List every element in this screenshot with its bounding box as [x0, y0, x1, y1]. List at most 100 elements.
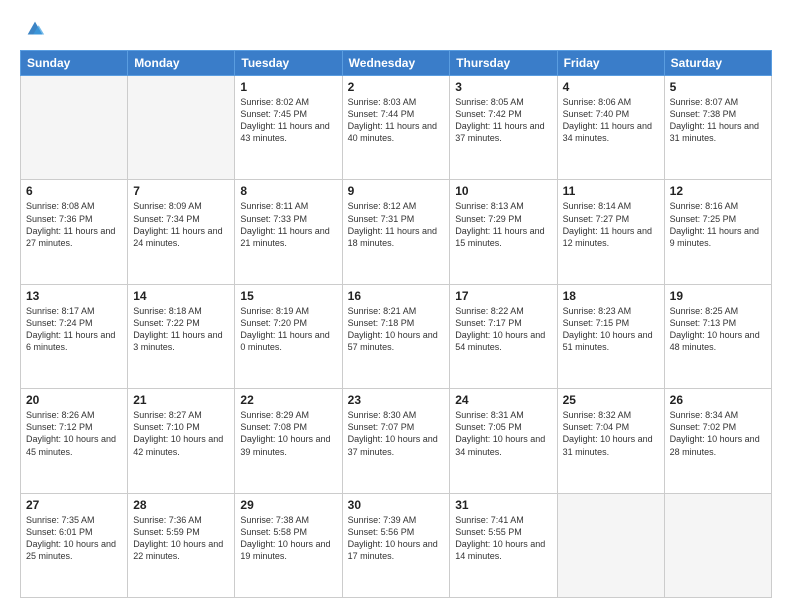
- day-number: 2: [348, 80, 445, 94]
- day-cell: 1 Sunrise: 8:02 AMSunset: 7:45 PMDaylight…: [235, 76, 342, 180]
- day-info: Sunrise: 8:02 AMSunset: 7:45 PMDaylight:…: [240, 96, 336, 145]
- day-number: 5: [670, 80, 766, 94]
- day-cell: 9 Sunrise: 8:12 AMSunset: 7:31 PMDaylight…: [342, 180, 450, 284]
- day-number: 28: [133, 498, 229, 512]
- day-cell: 17 Sunrise: 8:22 AMSunset: 7:17 PMDayligh…: [450, 284, 557, 388]
- day-number: 18: [563, 289, 659, 303]
- day-info: Sunrise: 8:08 AMSunset: 7:36 PMDaylight:…: [26, 200, 122, 249]
- calendar: SundayMondayTuesdayWednesdayThursdayFrid…: [20, 50, 772, 598]
- day-info: Sunrise: 8:11 AMSunset: 7:33 PMDaylight:…: [240, 200, 336, 249]
- day-cell: 3Sunrise: 8:05 AMSunset: 7:42 PMDaylight…: [450, 76, 557, 180]
- day-cell: 15 Sunrise: 8:19 AMSunset: 7:20 PMDayligh…: [235, 284, 342, 388]
- day-info: Sunrise: 7:35 AMSunset: 6:01 PMDaylight:…: [26, 514, 122, 563]
- day-number: 1: [240, 80, 336, 94]
- day-cell: [21, 76, 128, 180]
- day-number: 27: [26, 498, 122, 512]
- day-cell: 18Sunrise: 8:23 AMSunset: 7:15 PMDayligh…: [557, 284, 664, 388]
- day-number: 12: [670, 184, 766, 198]
- day-info: Sunrise: 8:12 AMSunset: 7:31 PMDaylight:…: [348, 200, 445, 249]
- day-cell: 21Sunrise: 8:27 AMSunset: 7:10 PMDayligh…: [128, 389, 235, 493]
- day-info: Sunrise: 8:34 AMSunset: 7:02 PMDaylight:…: [670, 409, 766, 458]
- day-number: 23: [348, 393, 445, 407]
- weekday-header-tuesday: Tuesday: [235, 51, 342, 76]
- day-number: 22: [240, 393, 336, 407]
- logo-icon: [24, 18, 46, 40]
- day-cell: [128, 76, 235, 180]
- day-number: 13: [26, 289, 122, 303]
- day-info: Sunrise: 8:14 AMSunset: 7:27 PMDaylight:…: [563, 200, 659, 249]
- day-info: Sunrise: 8:30 AMSunset: 7:07 PMDaylight:…: [348, 409, 445, 458]
- day-cell: 10 Sunrise: 8:13 AMSunset: 7:29 PMDayligh…: [450, 180, 557, 284]
- day-cell: 11 Sunrise: 8:14 AMSunset: 7:27 PMDayligh…: [557, 180, 664, 284]
- day-cell: 23 Sunrise: 8:30 AMSunset: 7:07 PMDayligh…: [342, 389, 450, 493]
- day-number: 20: [26, 393, 122, 407]
- day-number: 15: [240, 289, 336, 303]
- day-number: 17: [455, 289, 551, 303]
- day-number: 19: [670, 289, 766, 303]
- day-cell: 24 Sunrise: 8:31 AMSunset: 7:05 PMDayligh…: [450, 389, 557, 493]
- day-cell: [664, 493, 771, 597]
- day-info: Sunrise: 8:27 AMSunset: 7:10 PMDaylight:…: [133, 409, 229, 458]
- day-number: 10: [455, 184, 551, 198]
- day-info: Sunrise: 8:29 AMSunset: 7:08 PMDaylight:…: [240, 409, 336, 458]
- day-cell: 19 Sunrise: 8:25 AMSunset: 7:13 PMDayligh…: [664, 284, 771, 388]
- day-cell: 12Sunrise: 8:16 AMSunset: 7:25 PMDayligh…: [664, 180, 771, 284]
- week-row-4: 20 Sunrise: 8:26 AMSunset: 7:12 PMDayligh…: [21, 389, 772, 493]
- day-info: Sunrise: 8:18 AMSunset: 7:22 PMDaylight:…: [133, 305, 229, 354]
- day-number: 24: [455, 393, 551, 407]
- day-info: Sunrise: 8:07 AMSunset: 7:38 PMDaylight:…: [670, 96, 766, 145]
- day-number: 14: [133, 289, 229, 303]
- day-info: Sunrise: 8:31 AMSunset: 7:05 PMDaylight:…: [455, 409, 551, 458]
- day-cell: 5 Sunrise: 8:07 AMSunset: 7:38 PMDaylight…: [664, 76, 771, 180]
- page: SundayMondayTuesdayWednesdayThursdayFrid…: [0, 0, 792, 612]
- day-info: Sunrise: 8:26 AMSunset: 7:12 PMDaylight:…: [26, 409, 122, 458]
- day-info: Sunrise: 8:25 AMSunset: 7:13 PMDaylight:…: [670, 305, 766, 354]
- day-cell: 31 Sunrise: 7:41 AMSunset: 5:55 PMDayligh…: [450, 493, 557, 597]
- day-info: Sunrise: 7:41 AMSunset: 5:55 PMDaylight:…: [455, 514, 551, 563]
- day-info: Sunrise: 8:05 AMSunset: 7:42 PMDaylight:…: [455, 96, 551, 145]
- day-info: Sunrise: 7:39 AMSunset: 5:56 PMDaylight:…: [348, 514, 445, 563]
- day-cell: 29Sunrise: 7:38 AMSunset: 5:58 PMDayligh…: [235, 493, 342, 597]
- day-cell: 6 Sunrise: 8:08 AMSunset: 7:36 PMDaylight…: [21, 180, 128, 284]
- day-cell: 16 Sunrise: 8:21 AMSunset: 7:18 PMDayligh…: [342, 284, 450, 388]
- logo: [20, 18, 46, 40]
- day-info: Sunrise: 8:19 AMSunset: 7:20 PMDaylight:…: [240, 305, 336, 354]
- day-info: Sunrise: 8:32 AMSunset: 7:04 PMDaylight:…: [563, 409, 659, 458]
- day-info: Sunrise: 8:13 AMSunset: 7:29 PMDaylight:…: [455, 200, 551, 249]
- day-cell: 14 Sunrise: 8:18 AMSunset: 7:22 PMDayligh…: [128, 284, 235, 388]
- day-cell: 27 Sunrise: 7:35 AMSunset: 6:01 PMDayligh…: [21, 493, 128, 597]
- weekday-header-friday: Friday: [557, 51, 664, 76]
- day-info: Sunrise: 8:22 AMSunset: 7:17 PMDaylight:…: [455, 305, 551, 354]
- day-number: 4: [563, 80, 659, 94]
- day-number: 30: [348, 498, 445, 512]
- day-number: 25: [563, 393, 659, 407]
- header: [20, 18, 772, 40]
- day-number: 31: [455, 498, 551, 512]
- day-number: 11: [563, 184, 659, 198]
- day-cell: 26Sunrise: 8:34 AMSunset: 7:02 PMDayligh…: [664, 389, 771, 493]
- day-cell: 25 Sunrise: 8:32 AMSunset: 7:04 PMDayligh…: [557, 389, 664, 493]
- day-cell: 30 Sunrise: 7:39 AMSunset: 5:56 PMDayligh…: [342, 493, 450, 597]
- week-row-3: 13 Sunrise: 8:17 AMSunset: 7:24 PMDayligh…: [21, 284, 772, 388]
- day-info: Sunrise: 8:17 AMSunset: 7:24 PMDaylight:…: [26, 305, 122, 354]
- weekday-header-monday: Monday: [128, 51, 235, 76]
- day-cell: 2Sunrise: 8:03 AMSunset: 7:44 PMDaylight…: [342, 76, 450, 180]
- day-cell: 4 Sunrise: 8:06 AMSunset: 7:40 PMDaylight…: [557, 76, 664, 180]
- weekday-header-thursday: Thursday: [450, 51, 557, 76]
- day-number: 16: [348, 289, 445, 303]
- day-number: 6: [26, 184, 122, 198]
- week-row-5: 27 Sunrise: 7:35 AMSunset: 6:01 PMDayligh…: [21, 493, 772, 597]
- day-number: 9: [348, 184, 445, 198]
- week-row-2: 6 Sunrise: 8:08 AMSunset: 7:36 PMDaylight…: [21, 180, 772, 284]
- weekday-header-sunday: Sunday: [21, 51, 128, 76]
- day-info: Sunrise: 8:21 AMSunset: 7:18 PMDaylight:…: [348, 305, 445, 354]
- day-cell: 13 Sunrise: 8:17 AMSunset: 7:24 PMDayligh…: [21, 284, 128, 388]
- weekday-header-wednesday: Wednesday: [342, 51, 450, 76]
- day-info: Sunrise: 7:36 AMSunset: 5:59 PMDaylight:…: [133, 514, 229, 563]
- day-info: Sunrise: 8:06 AMSunset: 7:40 PMDaylight:…: [563, 96, 659, 145]
- day-number: 8: [240, 184, 336, 198]
- day-cell: 28 Sunrise: 7:36 AMSunset: 5:59 PMDayligh…: [128, 493, 235, 597]
- day-info: Sunrise: 8:09 AMSunset: 7:34 PMDaylight:…: [133, 200, 229, 249]
- day-cell: 8 Sunrise: 8:11 AMSunset: 7:33 PMDaylight…: [235, 180, 342, 284]
- day-cell: 7Sunrise: 8:09 AMSunset: 7:34 PMDaylight…: [128, 180, 235, 284]
